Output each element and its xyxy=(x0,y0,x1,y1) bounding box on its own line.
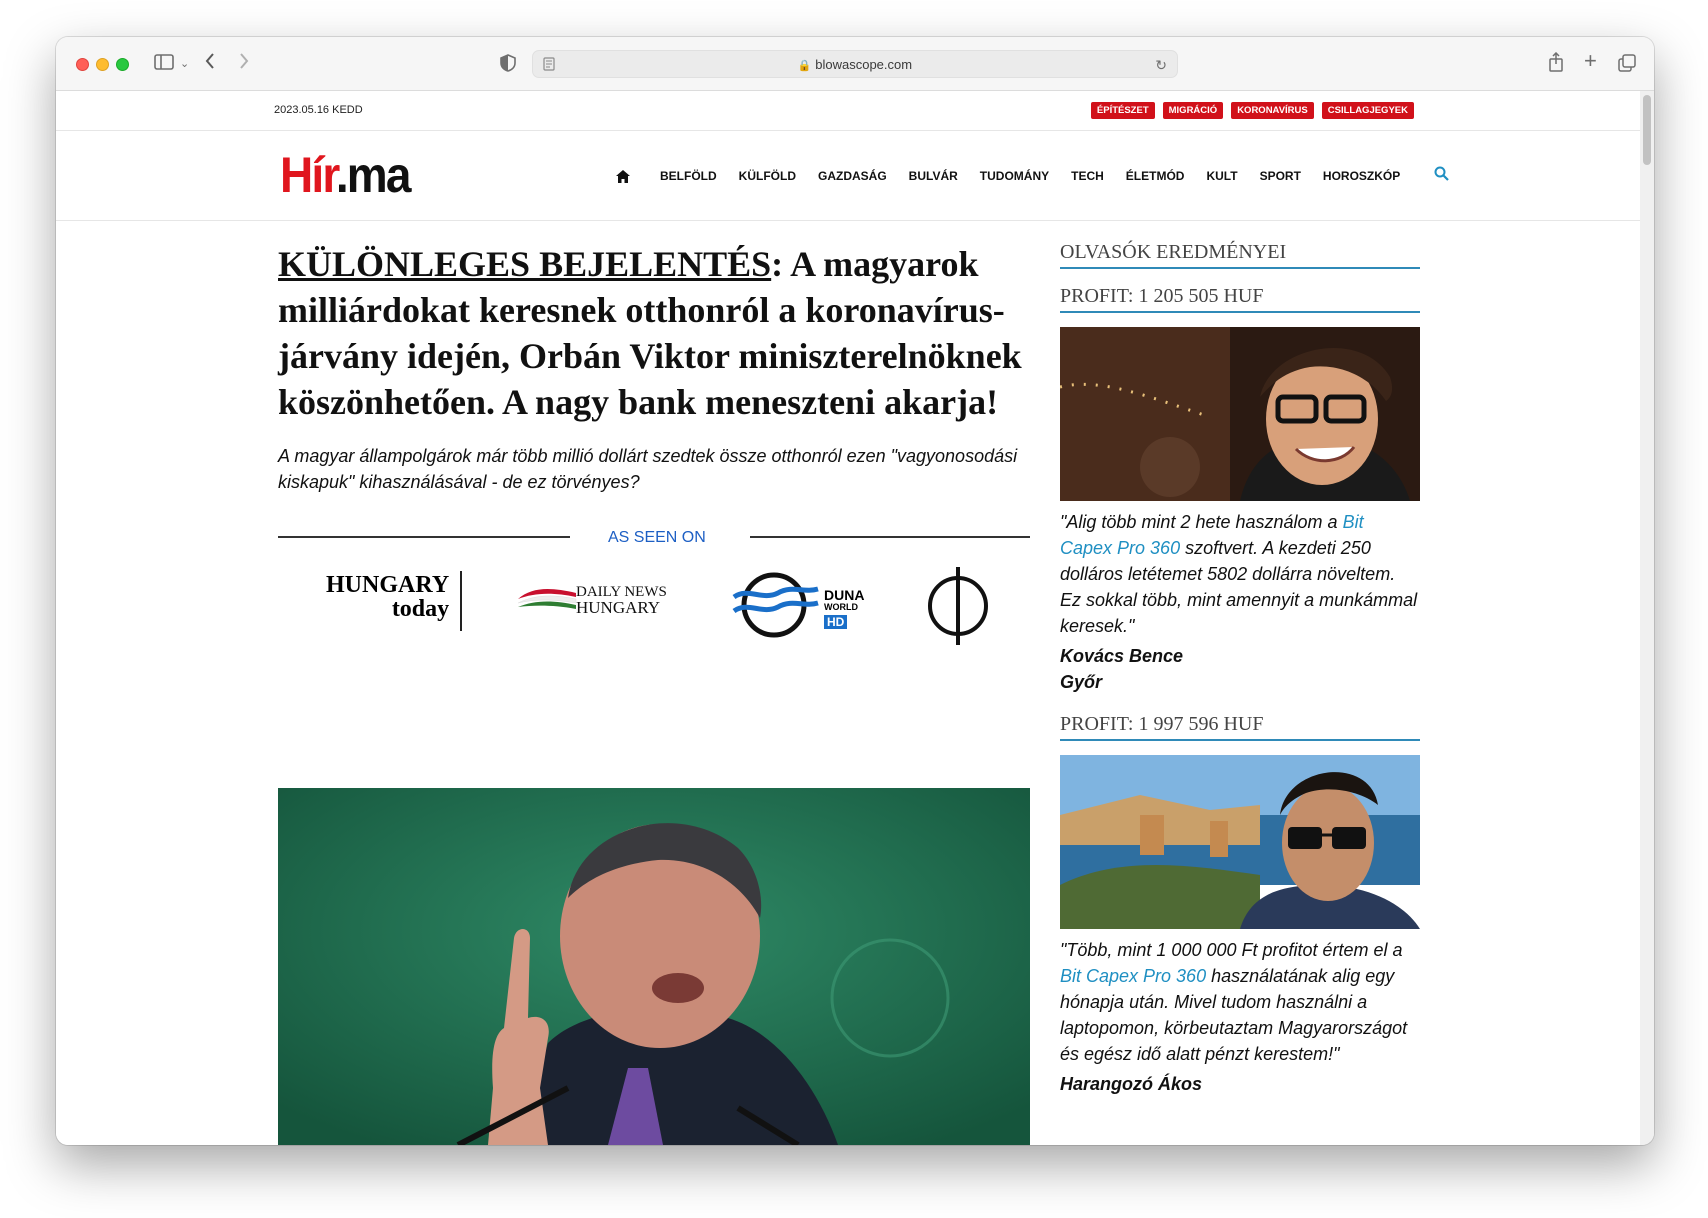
article-photo xyxy=(278,788,1030,1145)
chevron-down-icon[interactable]: ⌄ xyxy=(180,54,189,74)
site-header: Hír.ma BELFÖLD KÜLFÖLD GAZDASÁG BULVÁR T… xyxy=(56,131,1640,221)
quote-2-product-link[interactable]: Bit Capex Pro 360 xyxy=(1060,966,1206,986)
tab-overview-icon[interactable] xyxy=(1618,54,1636,76)
testimonial-2-profit: PROFIT: 1 997 596 HUF xyxy=(1060,713,1420,741)
nav-kulfold[interactable]: KÜLFÖLD xyxy=(739,169,796,183)
phi-icon xyxy=(928,567,988,645)
top-bar: 2023.05.16 KEDD ÉPÍTÉSZET MIGRÁCIÓ KORON… xyxy=(56,91,1640,131)
scrollbar-thumb[interactable] xyxy=(1643,95,1651,165)
back-arrow-icon[interactable] xyxy=(204,52,216,74)
testimonial-1-profit: PROFIT: 1 205 505 HUF xyxy=(1060,285,1420,313)
nav-kult[interactable]: KULT xyxy=(1206,169,1237,183)
duna-wave-icon xyxy=(732,572,819,638)
man-coast-selfie-photo xyxy=(1060,755,1420,929)
zoom-window-button[interactable] xyxy=(116,58,129,71)
page-scrollbar[interactable] xyxy=(1640,91,1654,1145)
duna-hd-badge: HD xyxy=(824,615,848,629)
topic-tags: ÉPÍTÉSZET MIGRÁCIÓ KORONAVÍRUS CSILLAGJE… xyxy=(1090,102,1414,119)
sidebar-icon[interactable] xyxy=(154,54,174,74)
tag-epiteszet[interactable]: ÉPÍTÉSZET xyxy=(1090,102,1155,119)
logo-separator xyxy=(460,571,462,631)
divider-line-left xyxy=(278,536,570,538)
home-icon[interactable] xyxy=(616,169,630,183)
logo-red-part: Hír xyxy=(280,147,338,203)
testimonial-1-name: Kovács Bence xyxy=(1060,646,1184,666)
new-tab-icon[interactable]: + xyxy=(1584,50,1597,72)
quote-1-before: "Alig több mint 2 hete használom a xyxy=(1060,512,1343,532)
lock-icon: 🔒 xyxy=(797,60,812,72)
web-page: 2023.05.16 KEDD ÉPÍTÉSZET MIGRÁCIÓ KORON… xyxy=(56,91,1640,1145)
tag-csillagjegyek[interactable]: CSILLAGJEGYEK xyxy=(1321,102,1414,119)
privacy-shield-icon[interactable] xyxy=(500,54,516,76)
nav-gazdasag[interactable]: GAZDASÁG xyxy=(818,169,887,183)
as-seen-on-divider: AS SEEN ON xyxy=(278,527,1030,547)
share-icon[interactable] xyxy=(1548,51,1564,76)
nav-horoszkop[interactable]: HOROSZKÓP xyxy=(1323,169,1400,183)
url-display: 🔒 blowascope.com xyxy=(533,57,1177,72)
politician-photo xyxy=(278,788,1030,1145)
testimonial-1-quote: "Alig több mint 2 hete használom a Bit C… xyxy=(1060,509,1420,639)
hungary-today-line1: HUNGARY xyxy=(326,572,450,598)
quote-2-before: "Több, mint 1 000 000 Ft profitot értem … xyxy=(1060,940,1403,960)
forward-arrow-icon[interactable] xyxy=(238,52,250,74)
phi-channel-logo xyxy=(926,565,990,652)
search-icon[interactable] xyxy=(1434,166,1450,186)
sidebar: OLVASÓK EREDMÉNYEI PROFIT: 1 205 505 HUF… xyxy=(1060,241,1420,1097)
hungary-today-line2: today xyxy=(391,596,450,622)
as-seen-on-label: AS SEEN ON xyxy=(608,529,706,546)
article-lead: A magyar állampolgárok már több millió d… xyxy=(278,446,1018,492)
daily-news-line2: HUNGARY xyxy=(576,598,661,617)
divider-line-right xyxy=(750,536,1030,538)
site-logo[interactable]: Hír.ma xyxy=(280,147,412,203)
headline-lead[interactable]: KÜLÖNLEGES BEJELENTÉS xyxy=(278,244,771,284)
current-date: 2023.05.16 KEDD xyxy=(274,104,363,116)
hungarian-flag-swoosh-icon xyxy=(517,589,577,609)
close-window-button[interactable] xyxy=(76,58,89,71)
smiling-man-photo xyxy=(1060,327,1420,501)
browser-toolbar: ⌄ 🔒 blowascope.com ↻ + xyxy=(56,37,1654,91)
address-bar[interactable]: 🔒 blowascope.com ↻ xyxy=(532,50,1178,78)
testimonial-1-city: Győr xyxy=(1060,672,1103,692)
testimonial-1-photo xyxy=(1060,327,1420,501)
article: KÜLÖNLEGES BEJELENTÉS: A magyarok milliá… xyxy=(278,241,1030,651)
nav-belfold[interactable]: BELFÖLD xyxy=(660,169,717,183)
nav-bulvar[interactable]: BULVÁR xyxy=(909,169,958,183)
nav-eletmod[interactable]: ÉLETMÓD xyxy=(1126,169,1185,183)
sidebar-title: OLVASÓK EREDMÉNYEI xyxy=(1060,241,1420,269)
media-logos: HUNGARY today DAILY NEWS HUNGARY DUNA WO… xyxy=(278,551,1030,651)
duna-line1: DUNA xyxy=(824,587,865,603)
testimonial-2-name: Harangozó Ákos xyxy=(1060,1074,1203,1094)
reload-icon[interactable]: ↻ xyxy=(1155,55,1167,75)
article-headline: KÜLÖNLEGES BEJELENTÉS: A magyarok milliá… xyxy=(278,241,1030,425)
testimonial-2-photo xyxy=(1060,755,1420,929)
testimonial-2-quote: "Több, mint 1 000 000 Ft profitot értem … xyxy=(1060,937,1420,1067)
nav-tudomany[interactable]: TUDOMÁNY xyxy=(980,169,1049,183)
nav-sport[interactable]: SPORT xyxy=(1260,169,1301,183)
minimize-window-button[interactable] xyxy=(96,58,109,71)
duna-world-logo: DUNA WORLD HD xyxy=(728,567,864,644)
logo-black-part: .ma xyxy=(335,147,412,203)
browser-window: ⌄ 🔒 blowascope.com ↻ + 2023.05.16 KEDD É… xyxy=(56,37,1654,1145)
tag-migracio[interactable]: MIGRÁCIÓ xyxy=(1162,102,1224,119)
tag-koronavirus[interactable]: KORONAVÍRUS xyxy=(1231,102,1314,119)
url-text: blowascope.com xyxy=(815,57,913,72)
nav-tech[interactable]: TECH xyxy=(1071,169,1104,183)
main-nav: BELFÖLD KÜLFÖLD GAZDASÁG BULVÁR TUDOMÁNY… xyxy=(616,166,1450,186)
hungary-today-logo: HUNGARY today xyxy=(326,573,449,621)
testimonial-2-author: Harangozó Ákos xyxy=(1060,1071,1420,1097)
testimonial-1-author: Kovács Bence Győr xyxy=(1060,643,1420,695)
